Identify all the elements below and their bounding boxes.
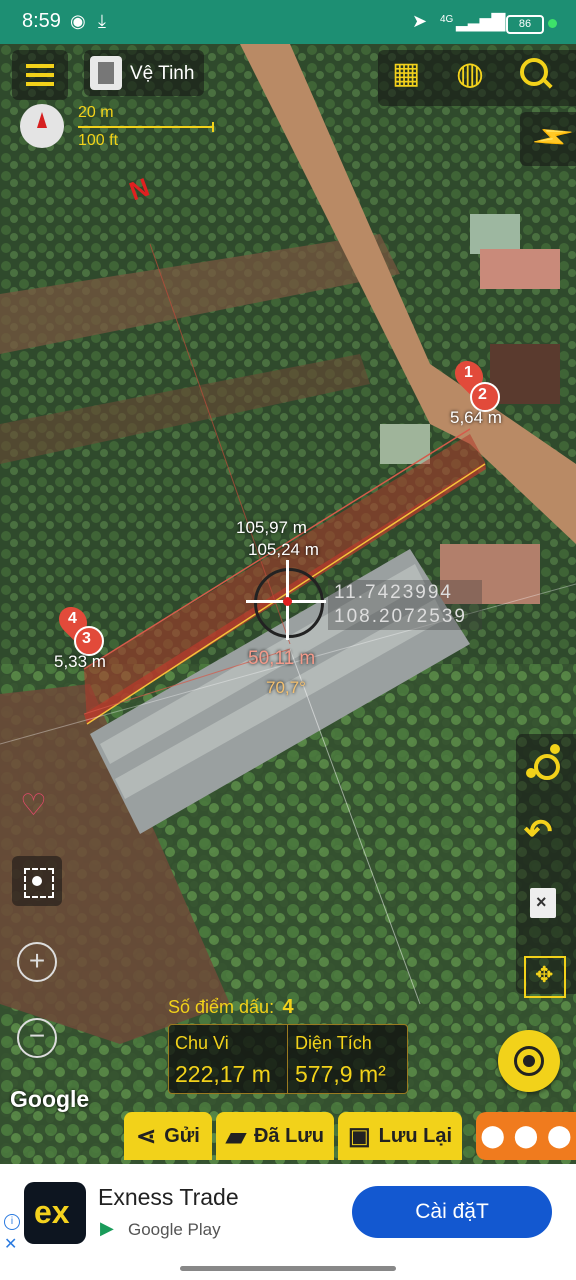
send-button[interactable]: ⋖ Gửi [124,1112,212,1160]
compass-button[interactable] [20,104,64,148]
markers-button[interactable]: ⬤ ⬤ ⬤ [476,1112,576,1160]
pin-icon: ⬤ [513,1123,539,1148]
save-button[interactable]: ▣ Lưu Lại [338,1112,462,1160]
messenger-icon: ◉ [70,11,86,31]
pin-icon: ⬤ [547,1123,572,1148]
point-count-value: 4 [282,996,294,1018]
point-label-1: 1 [464,364,473,381]
measurement-summary: Chu Vi 222,17 m Diện Tích 577,9 m² [168,1024,408,1094]
perimeter-value: 222,17 m [175,1061,271,1087]
google-play-icon: ▶ [100,1218,114,1238]
compass-needle-icon [37,112,47,128]
saved-label: Đã Lưu [253,1124,325,1147]
download-icon: ⤓ [98,11,106,31]
save-label: Lưu Lại [378,1124,453,1147]
ad-banner[interactable]: i ✕ ex Exness Trade ▶ Google Play Cài đặ… [0,1164,576,1256]
my-location-button[interactable] [498,1030,560,1092]
map-view[interactable]: Vệ Tinh 20 m 100 ft N ▦ ◍ ⚡ 1 2 5,64 m 4… [0,44,576,1164]
area-label: Diện Tích [295,1033,372,1053]
floppy-icon: ▣ [347,1122,371,1150]
signal-icon: ▂▃▅▇ [456,11,505,31]
ad-logo: ex [24,1182,86,1244]
point-label-4: 4 [68,610,77,627]
ad-close-icon[interactable]: ✕ [4,1234,17,1254]
ad-store: Google Play [128,1220,221,1239]
latitude: 11.7423994 [334,582,453,603]
point-count: Số điểm dấu: 4 [168,996,294,1019]
distance-label-3: 5,33 m [54,652,106,671]
plug-button[interactable]: ⚡ [520,112,576,166]
layer-toggle-button[interactable]: Vệ Tinh [84,50,204,96]
network-type: 4G [440,14,454,25]
plug-icon: ⚡ [527,112,576,163]
home-indicator[interactable] [180,1266,396,1271]
folder-icon: ▰ [225,1120,246,1151]
ad-info-icon[interactable]: i [4,1214,20,1230]
layer-label: Vệ Tinh [130,63,195,84]
point-label-3: 3 [82,630,91,647]
perimeter-label: Chu Vi [175,1033,229,1053]
delete-icon[interactable]: × [530,888,556,918]
ad-logo-text: ex [34,1194,70,1230]
zoom-in-button[interactable]: + [17,942,57,982]
ad-install-label: Cài đặT [415,1200,489,1223]
crosshair-center [283,597,292,606]
point-label-2: 2 [478,386,487,403]
distance-label-2: 5,64 m [450,408,502,427]
cursor-distance: 50,11 m [248,648,316,669]
undo-icon[interactable]: ↶ [524,812,553,852]
google-attribution: Google [10,1086,90,1112]
send-label: Gửi [164,1124,200,1147]
location-arrow-icon: ➤ [412,11,428,31]
share-icon: ⋖ [136,1122,157,1150]
ad-install-button[interactable]: Cài đặT [352,1186,552,1238]
point-count-label: Số điểm dấu: [168,997,275,1017]
nav-bar [0,1256,576,1280]
edge-length-top: 105,97 m [236,518,307,537]
map-style-icon[interactable]: ▦ [392,56,420,91]
edge-length-bottom: 105,24 m [248,540,319,559]
favorite-heart-icon[interactable]: ♡ [20,788,47,823]
battery-indicator: 86 [506,15,544,34]
path-tool-icon[interactable] [524,740,564,784]
saved-button[interactable]: ▰ Đã Lưu [216,1112,334,1160]
satellite-icon [90,56,122,90]
status-time: 8:59 [22,10,61,32]
screenshot-button[interactable] [12,856,62,906]
dot-icon [548,19,557,28]
menu-button[interactable] [12,50,68,100]
zoom-out-button[interactable]: − [17,1018,57,1058]
longitude: 108.2072539 [334,606,467,627]
globe-pin-icon[interactable]: ◍ [456,54,484,92]
scale-imperial: 100 ft [78,132,119,149]
cursor-angle: 70,7° [266,678,306,697]
scale-metric: 20 m [78,104,114,121]
status-bar: 8:59 ◉ ⤓ ➤ 4G ▂▃▅▇ 86 [0,0,576,44]
fit-bounds-icon[interactable]: ✥ [524,956,566,998]
coordinates-box: 11.7423994 108.2072539 [328,580,482,630]
scale-bar: 20 m 100 ft [78,104,218,154]
pin-icon: ⬤ [480,1123,505,1148]
area-value: 577,9 m² [295,1061,386,1087]
ad-title: Exness Trade [98,1184,239,1210]
